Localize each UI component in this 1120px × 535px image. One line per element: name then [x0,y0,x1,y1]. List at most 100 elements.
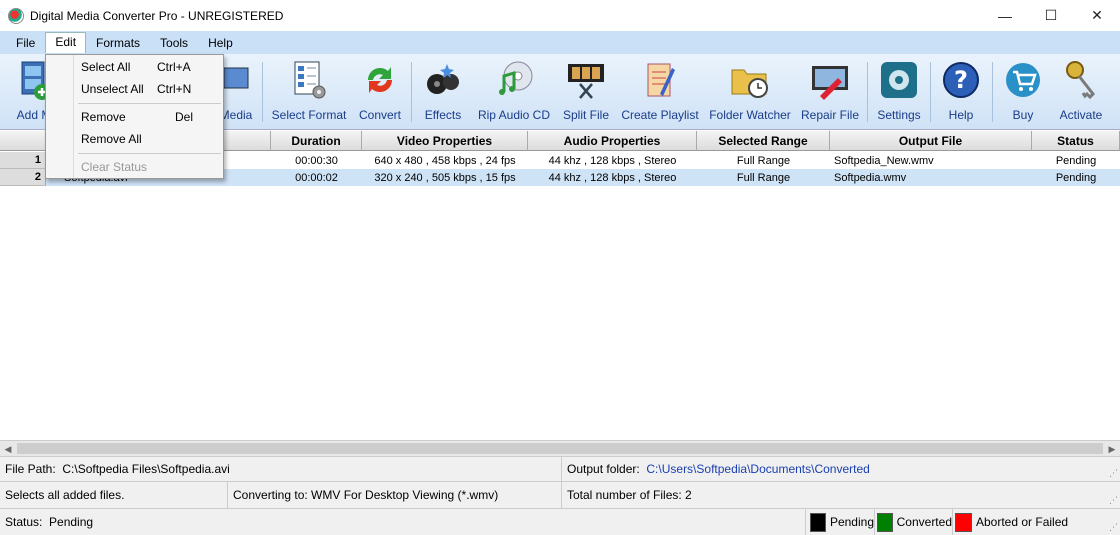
menu-formats[interactable]: Formats [86,33,150,53]
convert-icon [360,58,400,102]
menu-file[interactable]: File [6,33,45,53]
menu-unselect-all[interactable]: Unselect All Ctrl+N [81,79,221,99]
status-label: Status: [5,515,43,529]
status-panel: Status: Pending [0,509,806,535]
file-path-label: File Path: [5,462,56,476]
select-format-icon [289,58,329,102]
cell-video-properties: 640 x 480 , 458 kbps , 24 fps [374,154,516,167]
window-title: Digital Media Converter Pro - UNREGISTER… [30,8,284,23]
menu-item-label: Select All [81,60,131,74]
split-file-icon [566,58,606,102]
buy-icon [1003,58,1043,102]
menu-item-label: Clear Status [81,160,148,174]
legend-label: Converted [896,515,952,529]
toolbar-separator [867,62,868,122]
settings-icon [879,58,919,102]
cell-output-file: Softpedia.wmv [834,171,907,184]
legend-aborted: Aborted or Failed [953,509,1103,535]
header-duration[interactable]: Duration [271,131,362,151]
legend-converted: Converted [875,509,953,535]
cell-duration: 00:00:30 [295,154,338,167]
bottom-status-row: Status: Pending Pending Converted Aborte… [0,508,1120,535]
menu-tools[interactable]: Tools [150,33,198,53]
output-folder-link[interactable]: C:\Users\Softpedia\Documents\Converted [646,462,869,476]
rip-audio-cd-button[interactable]: Rip Audio CD [476,58,552,128]
create-playlist-button[interactable]: Create Playlist [620,58,700,128]
horizontal-scrollbar[interactable]: ◀ ▶ [0,440,1120,456]
scroll-thumb[interactable] [17,443,1103,454]
scroll-left-icon[interactable]: ◀ [0,441,16,457]
header-status[interactable]: Status [1032,131,1120,151]
menu-remove[interactable]: Remove Del [81,107,221,127]
header-video-properties[interactable]: Video Properties [362,131,528,151]
convert-label: Convert [358,108,402,122]
rip-audio-cd-label: Rip Audio CD [477,108,551,122]
menu-clear-status: Clear Status [81,157,221,177]
legend-label: Pending [829,515,874,529]
menu-bar: File Edit Formats Tools Help [0,31,1120,54]
effects-button[interactable]: Effects [420,58,466,128]
menu-item-label: Remove [81,110,126,124]
header-output-file[interactable]: Output File [830,131,1032,151]
menu-item-shortcut: Ctrl+A [157,60,191,74]
settings-label: Settings [877,108,921,122]
aborted-color-swatch [955,512,972,532]
legend-label: Aborted or Failed [976,515,1069,529]
header-audio-properties[interactable]: Audio Properties [528,131,697,151]
toolbar-separator [992,62,993,122]
help-label: Help [948,108,974,122]
resize-grip-icon: ⋰ [1109,495,1118,505]
title-bar: Digital Media Converter Pro - UNREGISTER… [0,0,1120,31]
effects-label: Effects [424,108,462,122]
folder-watcher-button[interactable]: Folder Watcher [708,58,792,128]
menu-edit[interactable]: Edit [45,32,87,53]
minimize-button[interactable]: — [982,0,1028,31]
menu-item-label: Unselect All [81,82,144,96]
convert-button[interactable]: Convert [355,58,405,128]
header-rownum [0,131,46,151]
menu-help[interactable]: Help [198,33,243,53]
folder-watcher-icon [730,58,770,102]
repair-file-button[interactable]: Repair File [800,58,860,128]
toolbar-separator [262,62,263,122]
info-status-row: Selects all added files. Converting to: … [0,481,1120,508]
resize-grip-icon: ⋰ [1109,468,1118,478]
converting-to-panel: Converting to: WMV For Desktop Viewing (… [228,482,562,508]
create-playlist-icon [640,58,680,102]
menu-gutter [46,55,74,178]
cell-selected-range: Full Range [736,171,791,184]
output-folder-panel: Output folder: C:\Users\Softpedia\Docume… [562,457,1120,481]
help-button[interactable]: ? Help [938,58,984,128]
close-button[interactable]: ✕ [1074,0,1120,31]
activate-button[interactable]: Activate [1054,58,1108,128]
repair-file-icon [810,58,850,102]
cell-selected-range: Full Range [736,154,791,167]
window-controls: — ☐ ✕ [982,0,1120,31]
pending-color-swatch [810,512,826,532]
total-files-panel: Total number of Files: 2 [567,488,692,502]
rip-audio-cd-icon [494,58,534,102]
menu-separator [78,103,221,104]
help-icon: ? [941,58,981,102]
cell-video-properties: 320 x 240 , 505 kbps , 15 fps [374,171,516,184]
media-label: Media [219,108,253,122]
settings-button[interactable]: Settings [874,58,924,128]
menu-item-shortcut: Del [175,110,194,124]
maximize-button[interactable]: ☐ [1028,0,1074,31]
menu-remove-all[interactable]: Remove All [81,129,221,149]
scroll-right-icon[interactable]: ▶ [1104,441,1120,457]
menu-item-shortcut: Ctrl+N [157,82,192,96]
row-number: 2 [0,169,46,186]
menu-select-all[interactable]: Select All Ctrl+A [81,57,221,77]
select-format-button[interactable]: Select Format [270,58,348,128]
create-playlist-label: Create Playlist [621,108,699,122]
cell-duration: 00:00:02 [295,171,338,184]
menu-item-label: Remove All [81,132,142,146]
file-path-value: C:\Softpedia Files\Softpedia.avi [62,462,230,476]
split-file-button[interactable]: Split File [560,58,612,128]
buy-button[interactable]: Buy [1000,58,1046,128]
effects-icon [423,58,463,102]
repair-file-label: Repair File [800,108,860,122]
header-selected-range[interactable]: Selected Range [697,131,830,151]
menu-separator [78,153,221,154]
